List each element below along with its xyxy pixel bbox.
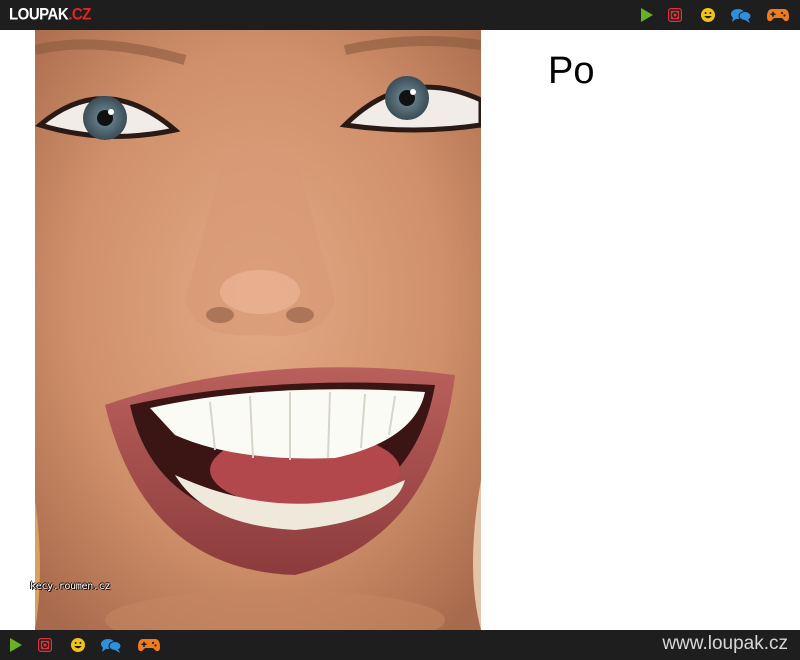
logo-suffix-text: .CZ xyxy=(68,5,91,24)
logo-main-text: LOUPAK xyxy=(9,5,69,24)
watermark: kecy.roumen.cz xyxy=(30,581,111,592)
meme-photo xyxy=(35,30,481,630)
play-icon[interactable] xyxy=(638,7,656,23)
instagram-icon[interactable] xyxy=(36,637,54,653)
smiley-icon[interactable] xyxy=(699,7,717,23)
gamepad-icon[interactable] xyxy=(766,7,790,23)
site-url[interactable]: www.loupak.cz xyxy=(662,633,788,655)
smiley-icon[interactable] xyxy=(69,637,87,653)
chat-icon[interactable] xyxy=(730,7,752,23)
site-logo[interactable]: LOUPAK.CZ xyxy=(9,4,91,26)
meme-caption: Po xyxy=(548,50,595,92)
play-icon[interactable] xyxy=(7,637,25,653)
gamepad-icon[interactable] xyxy=(137,637,161,653)
chat-icon[interactable] xyxy=(100,637,122,653)
top-bar: LOUPAK.CZ xyxy=(0,0,800,30)
face-illustration xyxy=(35,30,481,630)
instagram-icon[interactable] xyxy=(666,7,684,23)
